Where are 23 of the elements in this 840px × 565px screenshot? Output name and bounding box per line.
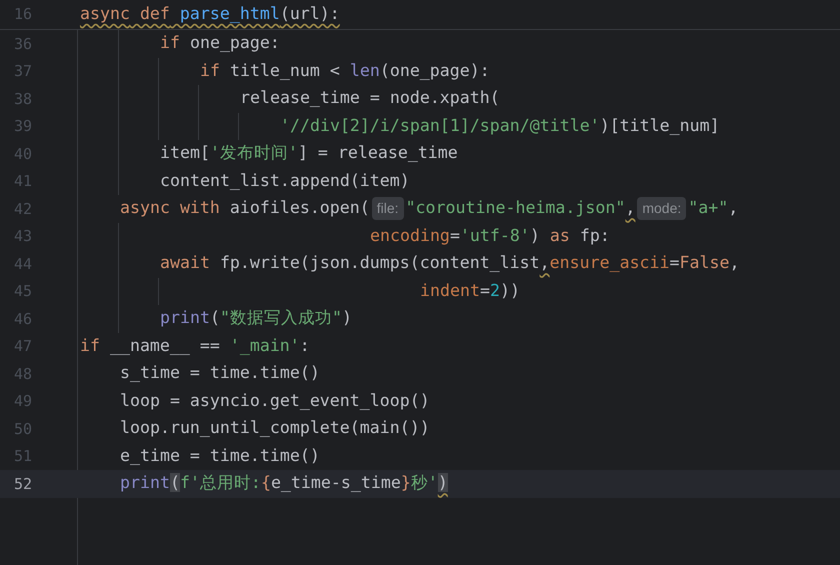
code-text: async def parse_html(url):: [80, 3, 340, 26]
code-text: if one_page:: [160, 32, 280, 54]
code-text: if title_num < len(one_page):: [200, 60, 490, 82]
code-text: s_time = time.time(): [120, 362, 320, 384]
line-number: 52: [12, 474, 32, 494]
code-text: content_list.append(item): [160, 170, 410, 192]
code-text: e_time = time.time(): [120, 444, 320, 467]
code-text: loop = asyncio.get_event_loop(): [120, 390, 430, 412]
code-text: release_time = node.xpath(: [240, 87, 500, 110]
code-text: print("数据写入成功"): [160, 307, 352, 330]
code-text: "coroutine-heima.json",: [406, 197, 636, 220]
code-text: if __name__ == '_main':: [80, 334, 310, 357]
code-text: loop.run_until_complete(main()): [120, 417, 430, 440]
inlay-hint: mode:: [637, 197, 686, 220]
code-text: item['发布时间'] = release_time: [160, 142, 458, 164]
code-text: print(f'总用时:{e_time-s_time}秒'): [120, 472, 448, 494]
code-text: "a+",: [688, 197, 738, 220]
code-text: '//div[2]/i/span[1]/span/@title')[title_num]: [280, 114, 720, 137]
inlay-hint: file:: [372, 197, 404, 220]
code-text: indent=2)): [420, 280, 520, 302]
code-text: await fp.write(json.dumps(content_list,ensure_ascii=False,: [160, 252, 740, 274]
code-text: encoding='utf-8') as fp:: [370, 224, 610, 247]
code-text: async with aiofiles.open(: [120, 197, 370, 220]
